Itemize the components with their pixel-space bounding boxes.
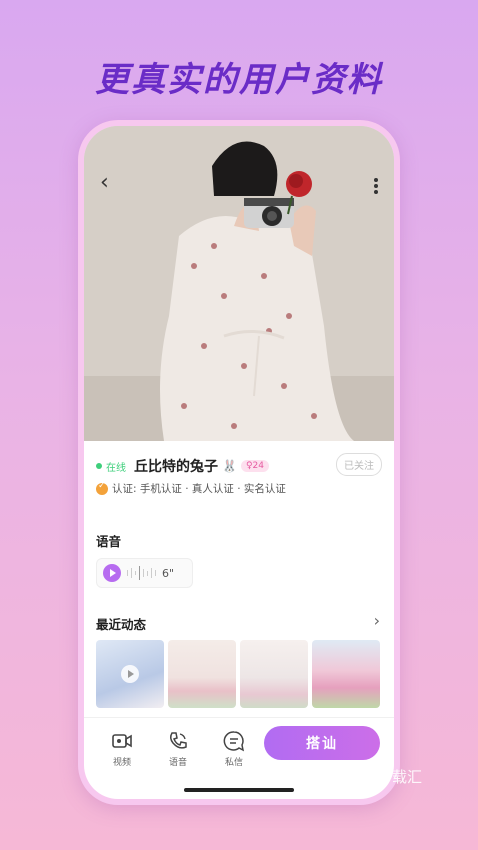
video-camera-icon [112,734,132,748]
chevron-right-icon[interactable]: › [374,611,380,630]
online-dot-icon [96,463,102,469]
home-indicator [184,788,294,792]
phone-icon [169,732,187,749]
voice-duration: 6" [162,566,175,580]
promo-headline: 更真实的用户资料 [95,60,383,100]
followed-button[interactable]: 已关注 [336,453,382,476]
voice-label: 语音 [168,758,187,768]
age-gender-badge: ♀24 [240,460,269,472]
back-icon[interactable]: ‹ [100,172,109,194]
profile-photo-illustration [84,126,394,441]
watermark-text: 载汇 [392,768,423,786]
recent-moments-title: 最近动态 [96,617,147,632]
start-chat-button[interactable]: 搭讪 [264,726,380,760]
more-options-icon[interactable] [374,176,378,196]
message-label: 私信 [224,758,243,768]
verified-badge-icon [96,481,108,495]
moment-thumbnail[interactable] [312,640,380,708]
name-row: 在线 丘比特的兔子 🐰 ♀24 [96,456,269,476]
video-play-icon [121,665,139,683]
voice-section-title: 语音 [96,534,122,549]
online-status: 在线 [106,462,126,474]
verification-text: 认证: 手机认证 · 真人认证 · 实名认证 [112,483,286,495]
video-label: 视频 [112,758,131,768]
voice-call-button[interactable]: 语音 [162,730,194,768]
chat-bubble-icon [223,731,245,752]
rabbit-icon: 🐰 [222,459,237,473]
waveform-icon [127,566,156,580]
profile-screen: ‹ 在线 丘比特的兔子 🐰 ♀24 已关注 认证: 手机认证 · 真人认证 · … [84,126,394,799]
username: 丘比特的兔子 [134,459,218,475]
moment-thumbnail[interactable] [168,640,236,708]
profile-photo[interactable]: ‹ [84,126,394,441]
voice-message-player[interactable]: 6" [96,558,193,588]
play-icon[interactable] [103,564,121,582]
bottom-action-bar: 视频 语音 私信 搭讪 [84,718,394,798]
recent-moments-gallery [96,640,380,708]
moment-thumbnail-video[interactable] [96,640,164,708]
phone-frame: ‹ 在线 丘比特的兔子 🐰 ♀24 已关注 认证: 手机认证 · 真人认证 · … [78,120,400,805]
verification-row: 认证: 手机认证 · 真人认证 · 实名认证 [96,481,286,496]
moment-thumbnail[interactable] [240,640,308,708]
private-message-button[interactable]: 私信 [218,730,250,768]
video-call-button[interactable]: 视频 [106,730,138,768]
